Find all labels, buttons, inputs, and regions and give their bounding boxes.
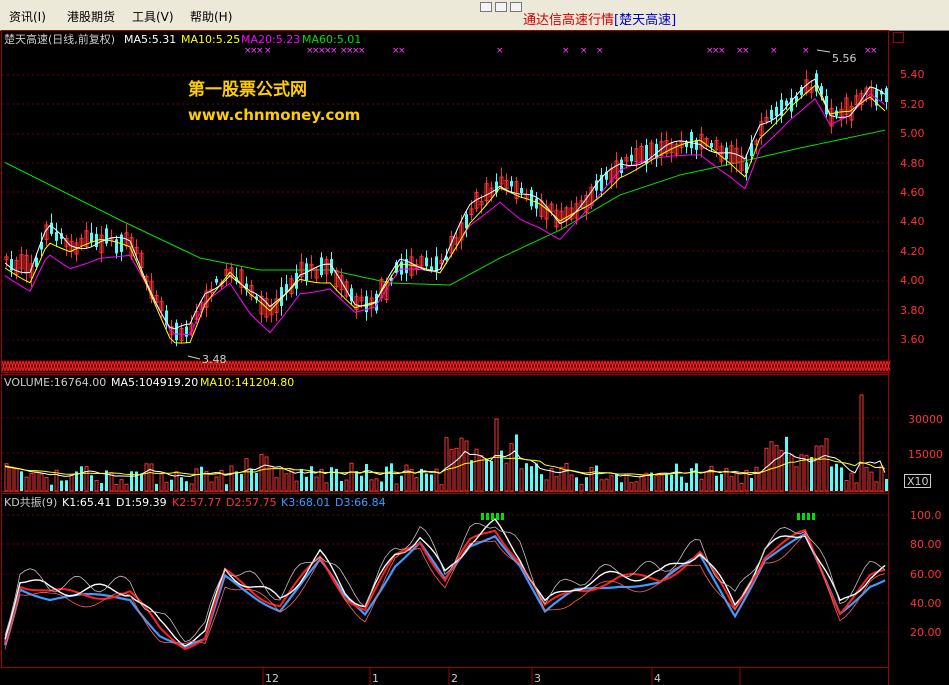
svg-text:×: × bbox=[264, 46, 272, 56]
svg-text:100.0: 100.0 bbox=[910, 509, 942, 522]
volume-axis: 30000 15000 bbox=[908, 413, 943, 461]
svg-text:4.00: 4.00 bbox=[900, 274, 925, 287]
stock-label: 楚天高速(日线,前复权) bbox=[4, 32, 115, 46]
svg-text:3.60: 3.60 bbox=[900, 333, 925, 346]
menu-item-info[interactable]: 资讯(I) bbox=[9, 8, 46, 25]
ma-lines bbox=[4, 78, 886, 344]
svg-text:4.80: 4.80 bbox=[900, 157, 925, 170]
minimize-icon[interactable] bbox=[480, 2, 492, 12]
svg-text:×: × bbox=[496, 46, 504, 56]
svg-text:×: × bbox=[330, 46, 338, 56]
svg-text:×: × bbox=[398, 46, 406, 56]
svg-text:2: 2 bbox=[451, 672, 458, 685]
watermark-url: www.chnmoney.com bbox=[188, 106, 360, 124]
svg-text:×: × bbox=[742, 46, 750, 56]
svg-text:5.00: 5.00 bbox=[900, 127, 925, 140]
app-title: 通达信高速行情[楚天高速] bbox=[523, 13, 677, 28]
svg-text:60.00: 60.00 bbox=[910, 568, 942, 581]
menu-bar: 资讯(I) 港股期货 工具(V) 帮助(H) 通达信高速行情[楚天高速] bbox=[0, 0, 949, 31]
date-axis: 12 1 2 3 4 bbox=[262, 668, 741, 685]
ma20-label: MA20:5.23 bbox=[241, 33, 300, 46]
volume-ma5-label: MA5:104919.20 bbox=[111, 376, 198, 389]
svg-text:3: 3 bbox=[534, 672, 541, 685]
svg-text:×: × bbox=[770, 46, 778, 56]
svg-text:×: × bbox=[870, 46, 878, 56]
maximize-icon[interactable] bbox=[495, 2, 507, 12]
kd-lines bbox=[3, 518, 886, 651]
watermark-title: 第一股票公式网 bbox=[188, 79, 307, 100]
menu-item-hk-futures[interactable]: 港股期货 bbox=[67, 8, 115, 25]
svg-text:4.60: 4.60 bbox=[900, 186, 925, 199]
ma60-label: MA60:5.01 bbox=[302, 33, 361, 46]
svg-text:30000: 30000 bbox=[908, 413, 943, 426]
menu-item-tools[interactable]: 工具(V) bbox=[132, 8, 174, 25]
stock-title: [楚天高速] bbox=[614, 13, 677, 28]
svg-text:×: × bbox=[580, 46, 588, 56]
svg-text:15000: 15000 bbox=[908, 448, 943, 461]
candlesticks bbox=[4, 70, 888, 347]
kd-k3: K3:68.01 bbox=[281, 496, 330, 509]
kd-k2: K2:57.77 bbox=[172, 496, 221, 509]
svg-text:×: × bbox=[718, 46, 726, 56]
kd-k1: K1:65.41 bbox=[62, 496, 111, 509]
svg-text:×: × bbox=[358, 46, 366, 56]
kd-d1: D1:59.39 bbox=[116, 496, 167, 509]
high-marker: 5.56 bbox=[816, 49, 857, 65]
ma5-label: MA5:5.31 bbox=[124, 33, 176, 46]
svg-text:3.48: 3.48 bbox=[202, 353, 227, 366]
signal-marks: ××× × ××××× ×××× ×× × × × × ××× ×× × × ×× bbox=[244, 46, 878, 56]
volume-bars bbox=[4, 394, 888, 492]
svg-text:X10: X10 bbox=[907, 475, 929, 488]
menu-item-help[interactable]: 帮助(H) bbox=[190, 8, 232, 25]
svg-text:12: 12 bbox=[265, 672, 279, 685]
svg-text:3.80: 3.80 bbox=[900, 304, 925, 317]
kd-d3: D3:66.84 bbox=[335, 496, 386, 509]
svg-text:×: × bbox=[256, 46, 264, 56]
svg-text:4.40: 4.40 bbox=[900, 215, 925, 228]
svg-text:4.20: 4.20 bbox=[900, 245, 925, 258]
stock-chart[interactable]: 楚天高速(日线,前复权) MA5:5.31 MA10:5.25 MA20:5.2… bbox=[0, 30, 949, 685]
panel-frames bbox=[1, 30, 904, 685]
kd-signal-marks bbox=[481, 513, 815, 520]
volume-label: VOLUME:16764.00 bbox=[4, 376, 106, 389]
close-icon[interactable] bbox=[510, 2, 522, 12]
svg-text:80.00: 80.00 bbox=[910, 538, 942, 551]
volume-unit-badge: X10 bbox=[904, 474, 931, 488]
svg-text:20.00: 20.00 bbox=[910, 626, 942, 639]
svg-text:1: 1 bbox=[372, 672, 379, 685]
bottom-band bbox=[1, 360, 891, 372]
svg-text:4: 4 bbox=[654, 672, 661, 685]
kd-axis: 100.0 80.00 60.00 40.00 20.00 bbox=[910, 509, 942, 639]
svg-text:5.56: 5.56 bbox=[832, 52, 857, 65]
price-axis: 5.40 5.20 5.00 4.80 4.60 4.40 4.20 4.00 … bbox=[900, 68, 925, 346]
kd-d2: D2:57.75 bbox=[226, 496, 277, 509]
svg-text:5.40: 5.40 bbox=[900, 68, 925, 81]
kd-name: KD共振(9) bbox=[4, 495, 57, 509]
volume-ma10-label: MA10:141204.80 bbox=[200, 376, 294, 389]
svg-text:×: × bbox=[596, 46, 604, 56]
svg-text:5.20: 5.20 bbox=[900, 98, 925, 111]
svg-text:×: × bbox=[562, 46, 570, 56]
svg-text:×: × bbox=[802, 46, 810, 56]
svg-text:40.00: 40.00 bbox=[910, 597, 942, 610]
ma10-label: MA10:5.25 bbox=[181, 33, 240, 46]
